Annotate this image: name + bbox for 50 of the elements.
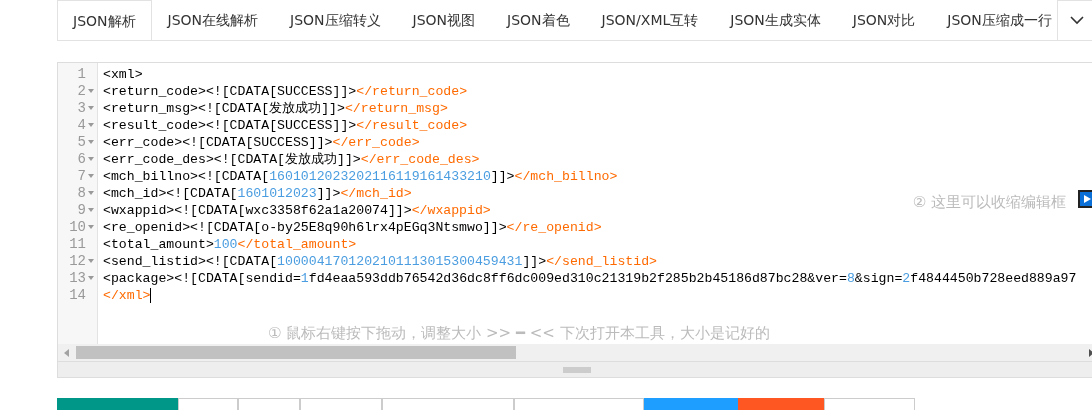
code-line: <re_openid><![CDATA[o-by25E8q90h6lrx4pEGq3Ntsmwo]]></re_openid>: [103, 220, 602, 235]
code-line: <xml>: [103, 67, 143, 82]
line-number: 9: [76, 202, 86, 219]
line-number: 8: [76, 185, 86, 202]
fold-arrow-icon[interactable]: [88, 106, 94, 111]
code-line: <err_code><![CDATA[SUCCESS]]></err_code>: [103, 135, 420, 150]
dropdown-button[interactable]: [1057, 0, 1092, 41]
code-line: <wxappid><![CDATA[wxc3358f62a1a20074]]></wxappid>: [103, 203, 491, 218]
line-number: 3: [76, 100, 86, 117]
line-number: 5: [76, 134, 86, 151]
fold-arrow-icon[interactable]: [88, 157, 94, 162]
resize-handle[interactable]: [58, 361, 1092, 377]
text-cursor: [150, 288, 152, 303]
code-line: <mch_billno><![CDATA[1601012023202116119161433210]]></mch_billno>: [103, 169, 618, 184]
code-line: <err_code_des><![CDATA[发放成功]]></err_code_des>: [103, 152, 480, 167]
fold-arrow-icon[interactable]: [88, 191, 94, 196]
line-number: 7: [76, 168, 86, 185]
code-line: <send_listid><![CDATA[1000041701202101113015300459431]]></send_listid>: [103, 254, 657, 269]
line-number: 14: [68, 287, 86, 304]
line-number: 11: [68, 236, 86, 253]
grip-icon: [563, 366, 591, 373]
collapse-button[interactable]: [1078, 190, 1092, 208]
fold-arrow-icon[interactable]: [88, 259, 94, 264]
line-number: 2: [76, 83, 86, 100]
horizontal-scrollbar[interactable]: [58, 344, 1092, 361]
fold-arrow-icon[interactable]: [88, 123, 94, 128]
fold-arrow-icon[interactable]: [88, 276, 94, 281]
line-number: 4: [76, 117, 86, 134]
chevron-down-icon: [1070, 16, 1084, 25]
tab[interactable]: JSON解析: [57, 0, 152, 40]
code-line: <total_amount>100</total_amount>: [103, 237, 357, 252]
code-line: <result_code><![CDATA[SUCCESS]]></result_code>: [103, 118, 468, 133]
code-line: <return_msg><![CDATA[发放成功]]></return_msg>: [103, 101, 448, 116]
resize-hint: ① 鼠标右键按下拖动，调整大小 >> ━ << 下次打开本工具，大小是记好的: [268, 322, 770, 344]
fold-arrow-icon[interactable]: [88, 225, 94, 230]
collapse-hint: ② 这里可以收缩编辑框: [912, 192, 1066, 213]
line-number: 10: [68, 219, 86, 236]
line-number: 13: [68, 270, 86, 287]
fold-arrow-icon[interactable]: [88, 174, 94, 179]
code-line: <return_code><![CDATA[SUCCESS]]></return_code>: [103, 84, 468, 99]
fold-arrow-icon[interactable]: [88, 208, 94, 213]
code-line: <package><![CDATA[sendid=1fd4eaa593ddb76542d36dc8ff6dc009ed310c21319b2f285b2b45186d87bc28&ver=8&sign=2f4844450b728eed889a97: [103, 271, 1077, 286]
line-number: 12: [68, 253, 86, 270]
code-line: </xml>: [103, 288, 151, 303]
fold-arrow-icon[interactable]: [88, 89, 94, 94]
scrollbar-thumb[interactable]: [76, 346, 516, 359]
line-number: 1: [76, 66, 86, 83]
line-number: 6: [76, 151, 86, 168]
fold-arrow-icon[interactable]: [88, 140, 94, 145]
code-line: <mch_id><![CDATA[1601012023]]></mch_id>: [103, 186, 412, 201]
